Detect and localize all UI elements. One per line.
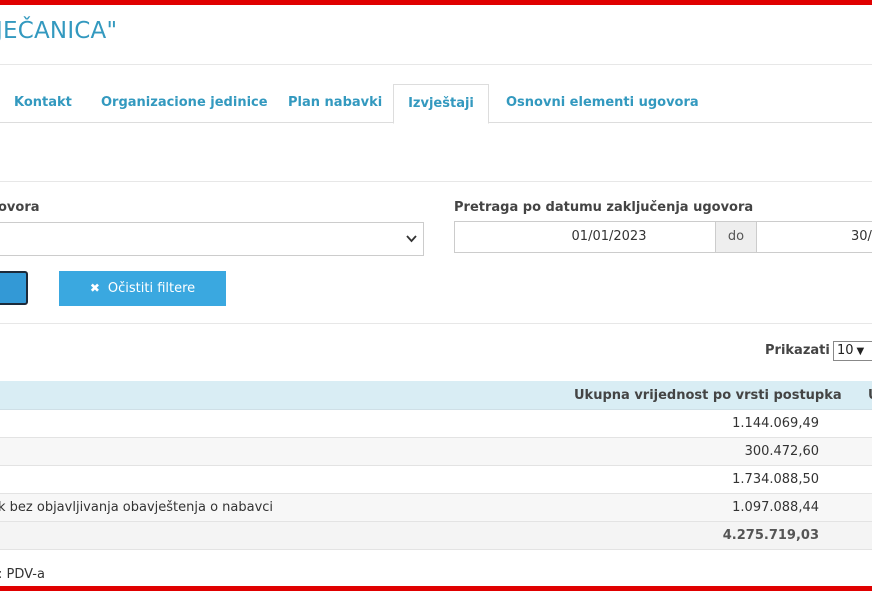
contract-type-select[interactable] (0, 222, 424, 256)
table-row: 1.144.069,49 (0, 410, 872, 438)
table-row: k bez objavljivanja obavještenja o nabav… (0, 494, 872, 522)
date-to-input[interactable]: 30/ (756, 221, 872, 253)
contract-type-label: ovora (0, 200, 40, 215)
date-separator: do (715, 221, 757, 253)
divider (0, 323, 872, 324)
column-header-total-by-type[interactable]: Ukupna vrijednost po vrsti postupka (574, 381, 842, 410)
table-total-row: 4.275.719,03 (0, 522, 872, 550)
chevron-down-icon (406, 232, 417, 246)
page-size-select[interactable]: 10 ▼ (833, 341, 872, 361)
column-header-next[interactable]: U (868, 381, 872, 410)
table-header: Ukupna vrijednost po vrsti postupka U (0, 381, 872, 410)
row-value: 1.144.069,49 (732, 416, 819, 431)
tab-kontakt[interactable]: Kontakt (14, 84, 72, 123)
page-size-value: 10 (837, 343, 854, 358)
total-value: 4.275.719,03 (722, 528, 819, 543)
red-frame-top (0, 0, 872, 5)
page-title: JEČANICA" (0, 18, 118, 44)
page-size-label: Prikazati (765, 343, 830, 358)
tab-osnovni-elementi-ugovora[interactable]: Osnovni elementi ugovora (506, 84, 699, 123)
tab-organizacione-jedinice[interactable]: Organizacione jedinice (101, 84, 268, 123)
tab-plan-nabavki[interactable]: Plan nabavki (288, 84, 382, 123)
chevron-down-icon: ▼ (856, 346, 865, 357)
tab-izvjestaji[interactable]: Izvještaji (393, 84, 489, 124)
table-row: 1.734.088,50 (0, 466, 872, 494)
row-name: k bez objavljivanja obavještenja o nabav… (0, 500, 274, 515)
clear-filters-button[interactable]: ✖ Očistiti filtere (59, 271, 226, 306)
tab-bar: Kontakt Organizacione jedinice Plan naba… (0, 84, 872, 124)
table-row: 300.472,60 (0, 438, 872, 466)
footer-note: : PDV-a (0, 567, 45, 582)
row-value: 1.097.088,44 (732, 500, 819, 515)
divider (0, 181, 872, 182)
row-value: 1.734.088,50 (732, 472, 819, 487)
search-button[interactable] (0, 271, 28, 305)
red-frame-bottom (0, 586, 872, 591)
divider (0, 64, 872, 65)
date-from-input[interactable]: 01/01/2023 (454, 221, 716, 253)
row-value: 300.472,60 (744, 444, 819, 459)
clear-filters-label: Očistiti filtere (107, 281, 196, 296)
date-search-label: Pretraga po datumu zaključenja ugovora (454, 200, 754, 215)
close-icon: ✖ (89, 281, 100, 295)
